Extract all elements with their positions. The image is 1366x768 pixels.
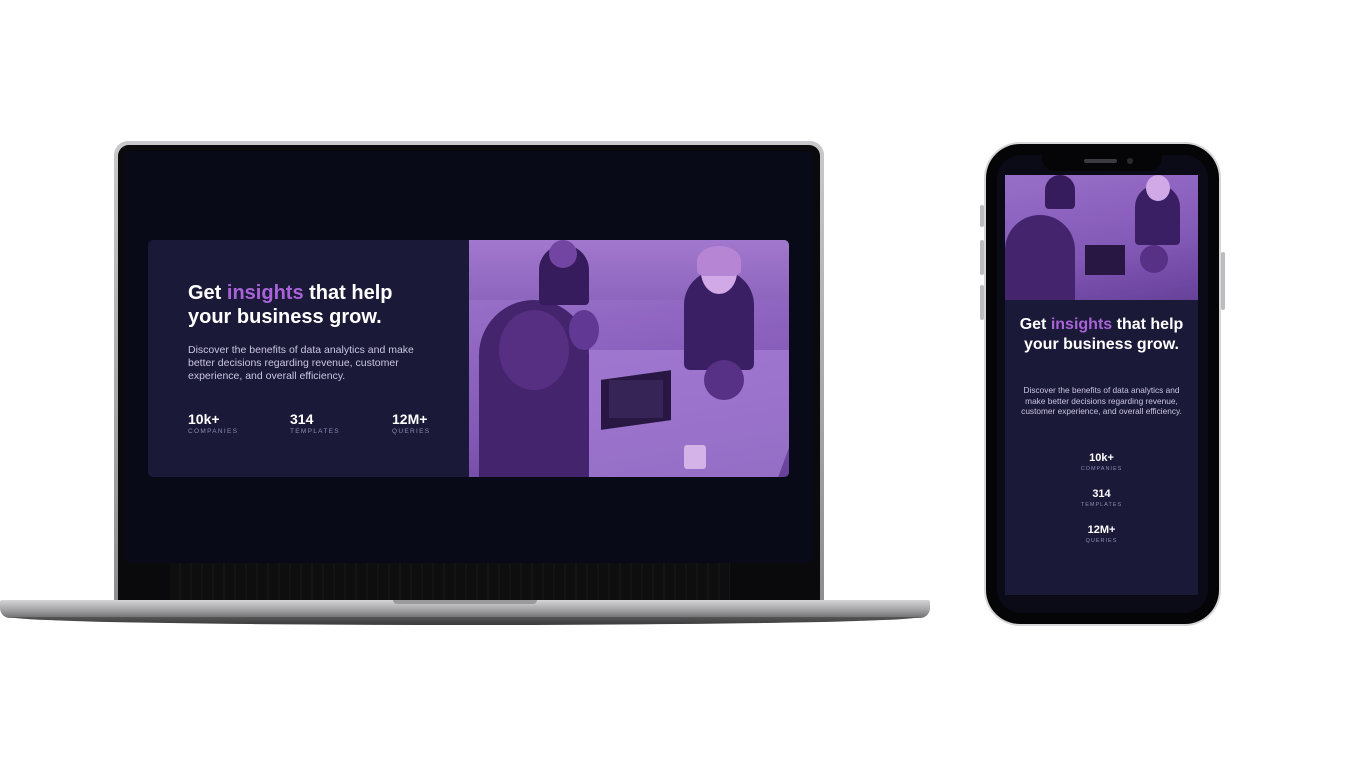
stat-value: 314 xyxy=(1092,488,1111,500)
stat-companies: 10k+ COMPANIES xyxy=(188,411,238,436)
card-description-mobile: Discover the benefits of data analytics … xyxy=(1021,385,1182,416)
card-headline-mobile: Get insights that help your business gro… xyxy=(1015,315,1188,355)
headline-accent: insights xyxy=(1050,316,1113,333)
stat-label: QUERIES xyxy=(1085,538,1118,544)
stat-label: TEMPLATES xyxy=(290,428,340,435)
card-description: Discover the benefits of data analytics … xyxy=(188,344,414,382)
stat-value: 10k+ xyxy=(188,411,220,427)
headline-accent: insights xyxy=(226,282,304,304)
stat-value: 12M+ xyxy=(1087,524,1116,536)
stats-preview-card-mobile: Get insights that help your business gro… xyxy=(1005,175,1198,595)
stat-value: 10k+ xyxy=(1089,452,1114,464)
laptop-notch xyxy=(393,600,537,604)
office-photo-mobile xyxy=(1005,175,1198,300)
stat-value: 12M+ xyxy=(392,411,428,427)
headline-prefix: Get xyxy=(188,282,227,304)
laptop-base-shadow xyxy=(12,617,918,625)
stat-label: TEMPLATES xyxy=(1080,502,1123,508)
headline-prefix: Get xyxy=(1019,316,1051,333)
stat-queries: 12M+ QUERIES xyxy=(392,411,430,436)
stat-label: COMPANIES xyxy=(1080,466,1123,472)
stat-templates-mobile: 314 TEMPLATES xyxy=(1005,488,1198,509)
laptop-screen: Get insights that help your business gro… xyxy=(125,151,813,563)
device-mockup-stage: Get insights that help your business gro… xyxy=(0,0,1366,768)
office-photo xyxy=(469,240,789,477)
stats-preview-card: Get insights that help your business gro… xyxy=(148,240,789,477)
stat-templates: 314 TEMPLATES xyxy=(290,411,340,436)
phone-screen: Get insights that help your business gro… xyxy=(997,155,1208,613)
phone-camera xyxy=(1127,158,1133,164)
stat-value: 314 xyxy=(290,411,314,427)
phone-speaker xyxy=(1084,159,1117,163)
stat-queries-mobile: 12M+ QUERIES xyxy=(1005,524,1198,545)
stat-label: QUERIES xyxy=(392,428,431,435)
stat-label: COMPANIES xyxy=(188,428,239,435)
phone-power-button xyxy=(1221,252,1225,310)
keyboard-reflection xyxy=(170,563,730,601)
card-headline: Get insights that help your business gro… xyxy=(188,281,438,329)
stat-companies-mobile: 10k+ COMPANIES xyxy=(1005,452,1198,473)
